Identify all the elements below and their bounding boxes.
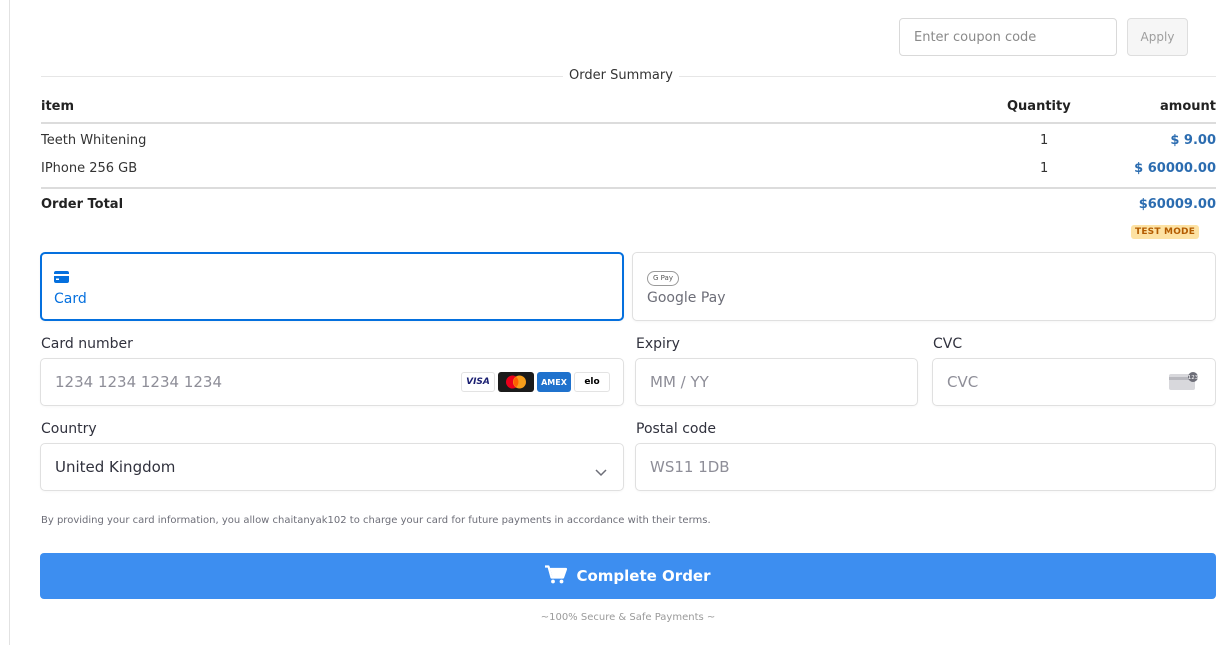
card-terms-text: By providing your card information, you … xyxy=(41,515,711,526)
postal-code-input[interactable] xyxy=(635,443,1216,491)
google-pay-icon: G Pay xyxy=(647,265,679,286)
order-total-label: Order Total xyxy=(41,197,124,212)
country-label: Country xyxy=(41,421,97,437)
secure-payments-note: ~100% Secure & Safe Payments ~ xyxy=(540,612,716,623)
tab-card[interactable]: Card xyxy=(40,252,624,321)
item-name: Teeth Whitening xyxy=(41,133,147,148)
card-number-label: Card number xyxy=(41,336,133,352)
test-mode-badge: TEST MODE xyxy=(1131,225,1200,239)
left-divider xyxy=(9,0,10,645)
order-summary-title: Order Summary xyxy=(563,68,679,83)
svg-text:123: 123 xyxy=(1188,375,1199,381)
column-header-item: item xyxy=(41,99,75,114)
tab-google-pay[interactable]: G Pay Google Pay xyxy=(632,252,1216,321)
cvc-card-icon: 123 xyxy=(1169,371,1201,395)
mastercard-icon xyxy=(498,372,534,392)
item-quantity: 1 xyxy=(1040,161,1049,176)
country-select[interactable]: United Kingdom xyxy=(40,443,624,491)
expiry-label: Expiry xyxy=(636,336,680,352)
column-header-amount: amount xyxy=(1160,99,1216,114)
item-quantity: 1 xyxy=(1040,133,1049,148)
total-divider xyxy=(41,187,1216,189)
complete-order-button[interactable]: Complete Order xyxy=(40,553,1216,599)
table-row: IPhone 256 GB 1 $ 60000.00 xyxy=(41,155,1216,183)
cart-icon xyxy=(545,564,568,588)
card-icon xyxy=(54,268,69,287)
coupon-input[interactable] xyxy=(899,18,1117,56)
column-header-quantity: Quantity xyxy=(1007,99,1071,114)
country-value: United Kingdom xyxy=(55,458,176,476)
item-name: IPhone 256 GB xyxy=(41,161,138,176)
order-total-amount: $60009.00 xyxy=(1138,197,1216,212)
chevron-down-icon xyxy=(595,462,607,481)
complete-order-label: Complete Order xyxy=(576,567,711,585)
table-row: Teeth Whitening 1 $ 9.00 xyxy=(41,127,1216,155)
visa-icon: VISA xyxy=(461,372,495,392)
cvc-label: CVC xyxy=(933,336,963,352)
card-brands: VISA AMEX elo xyxy=(461,372,610,392)
tab-card-label: Card xyxy=(54,291,87,307)
elo-icon: elo xyxy=(574,372,610,392)
amex-icon: AMEX xyxy=(537,372,571,392)
expiry-input[interactable] xyxy=(635,358,918,406)
item-amount: $ 9.00 xyxy=(1170,133,1216,148)
tab-google-pay-label: Google Pay xyxy=(647,290,726,306)
apply-coupon-button[interactable]: Apply xyxy=(1127,18,1188,56)
item-amount: $ 60000.00 xyxy=(1134,161,1216,176)
postal-code-label: Postal code xyxy=(636,421,716,437)
header-divider xyxy=(41,122,1216,124)
